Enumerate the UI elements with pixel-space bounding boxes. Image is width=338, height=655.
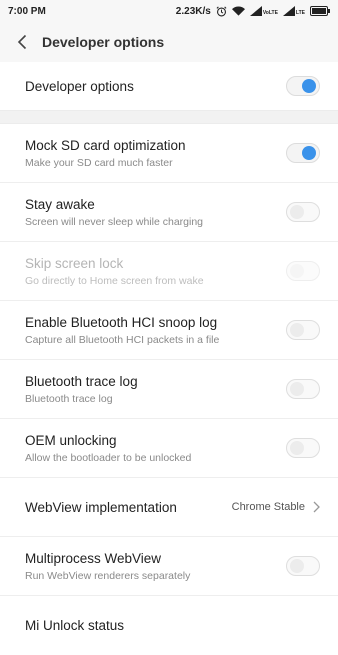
setting-mock-sd-card[interactable]: Mock SD card optimization Make your SD c… [0, 124, 338, 183]
setting-label: Mi Unlock status [25, 618, 125, 633]
status-bar: 7:00 PM 2.23K/s VoLTE LTE [0, 0, 338, 22]
signal-volte-icon: VoLTE [249, 6, 278, 16]
back-button[interactable] [12, 32, 32, 52]
toggle-knob [290, 205, 304, 219]
setting-mi-unlock-status[interactable]: Mi Unlock status [0, 596, 338, 655]
setting-label: Skip screen lock [25, 255, 124, 271]
setting-summary: Bluetooth trace log [25, 392, 113, 405]
settings-list: Mock SD card optimization Make your SD c… [0, 124, 338, 655]
toggle-knob [290, 382, 304, 396]
webview-value: Chrome Stable [232, 501, 320, 513]
bluetooth-trace-log-toggle[interactable] [286, 379, 320, 399]
setting-summary: Screen will never sleep while charging [25, 215, 204, 228]
toggle-knob [290, 264, 304, 278]
lte-label: LTE [295, 10, 305, 16]
master-section: Developer options [0, 62, 338, 110]
setting-multiprocess-webview[interactable]: Multiprocess WebView Run WebView rendere… [0, 537, 338, 596]
setting-label: WebView implementation [25, 499, 177, 515]
setting-summary: Capture all Bluetooth HCI packets in a f… [25, 333, 220, 346]
setting-value: Chrome Stable [231, 501, 305, 513]
setting-developer-options[interactable]: Developer options [0, 62, 338, 110]
setting-bluetooth-trace-log[interactable]: Bluetooth trace log Bluetooth trace log [0, 360, 338, 419]
status-time: 7:00 PM [8, 5, 46, 17]
toggle-knob [290, 323, 304, 337]
battery-icon [310, 6, 330, 16]
stay-awake-toggle[interactable] [286, 202, 320, 222]
back-arrow-icon [17, 34, 27, 50]
status-icons: 2.23K/s VoLTE LTE [176, 6, 330, 17]
setting-label: Developer options [25, 78, 134, 94]
wifi-icon [231, 6, 245, 16]
setting-label: Stay awake [25, 196, 95, 212]
setting-skip-screen-lock: Skip screen lock Go directly to Home scr… [0, 242, 338, 301]
bluetooth-hci-snoop-log-toggle[interactable] [286, 320, 320, 340]
net-speed: 2.23K/s [175, 5, 211, 17]
skip-screen-lock-toggle [286, 261, 320, 281]
setting-label: Bluetooth trace log [25, 373, 138, 389]
oem-unlocking-toggle[interactable] [286, 438, 320, 458]
section-divider [0, 110, 338, 124]
toggle-knob [290, 559, 304, 573]
toggle-knob [290, 441, 304, 455]
signal-lte-icon: LTE [282, 6, 305, 16]
chevron-right-icon [313, 501, 320, 513]
setting-label: Enable Bluetooth HCI snoop log [25, 314, 218, 330]
setting-summary: Run WebView renderers separately [25, 569, 191, 582]
multiprocess-webview-toggle[interactable] [286, 556, 320, 576]
volte-label: VoLTE [262, 10, 278, 16]
setting-summary: Go directly to Home screen from wake [25, 274, 204, 287]
setting-label: Multiprocess WebView [25, 550, 162, 566]
setting-label: OEM unlocking [25, 432, 117, 448]
setting-summary: Make your SD card much faster [25, 156, 173, 169]
setting-stay-awake[interactable]: Stay awake Screen will never sleep while… [0, 183, 338, 242]
developer-options-toggle[interactable] [286, 76, 320, 96]
page-title: Developer options [42, 34, 165, 50]
app-bar: Developer options [0, 22, 338, 62]
setting-bluetooth-hci-snoop-log[interactable]: Enable Bluetooth HCI snoop log Capture a… [0, 301, 338, 360]
toggle-knob [302, 146, 316, 160]
setting-summary: Allow the bootloader to be unlocked [25, 451, 192, 464]
alarm-icon [216, 6, 227, 17]
mock-sd-card-toggle[interactable] [286, 143, 320, 163]
setting-oem-unlocking[interactable]: OEM unlocking Allow the bootloader to be… [0, 419, 338, 478]
setting-webview-implementation[interactable]: WebView implementation Chrome Stable [0, 478, 338, 537]
toggle-knob [302, 79, 316, 93]
setting-label: Mock SD card optimization [25, 137, 186, 153]
